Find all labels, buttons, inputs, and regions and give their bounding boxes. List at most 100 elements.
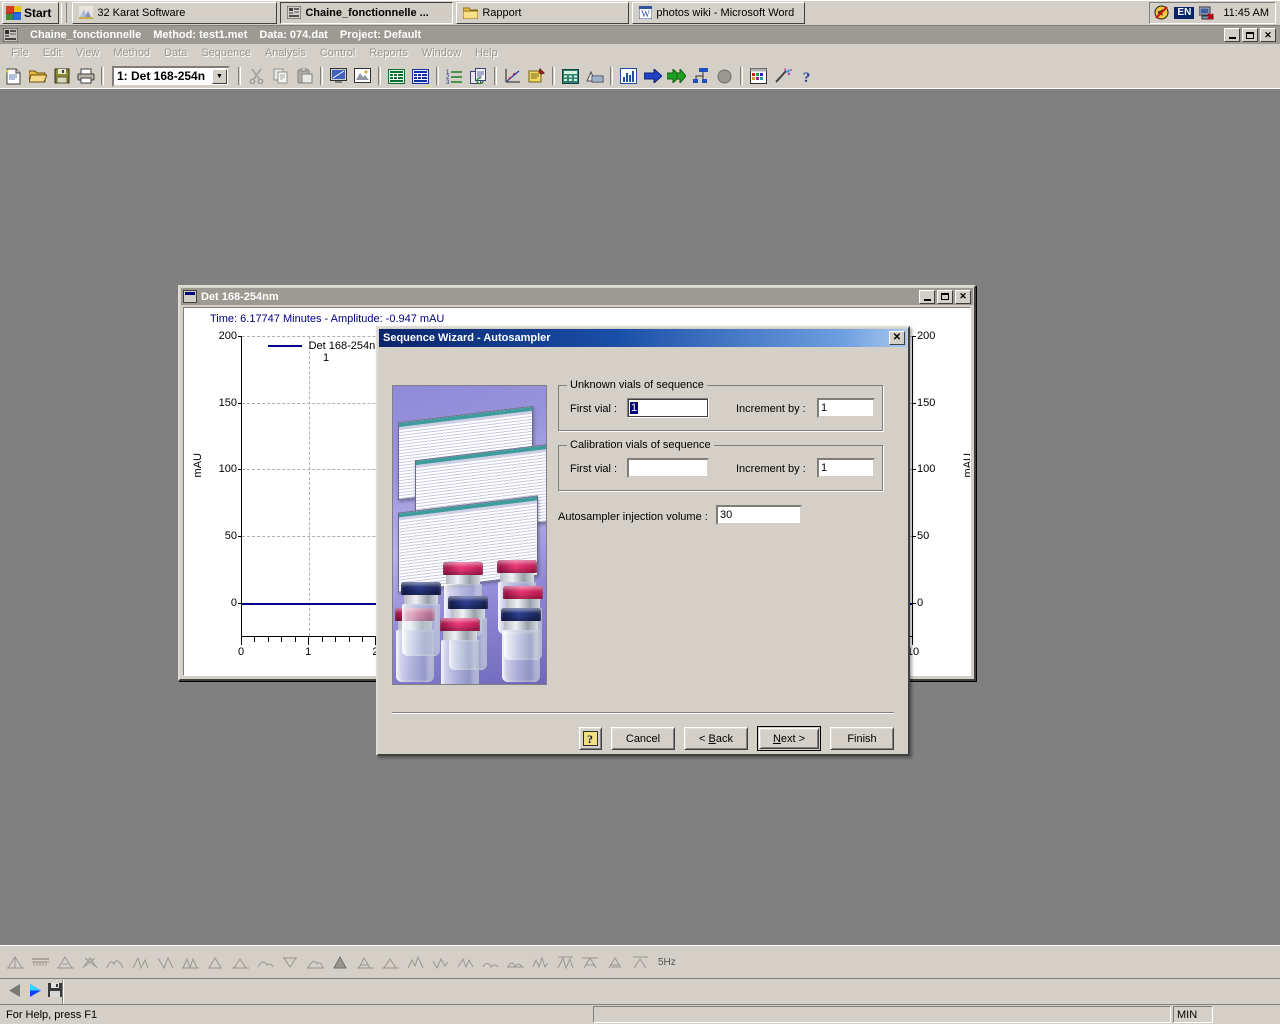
menu-item-method[interactable]: Method	[106, 45, 157, 61]
colored-grid-icon[interactable]	[747, 65, 770, 87]
chart-legend: Det 168-254nm 1	[256, 340, 396, 364]
peak-event-icon[interactable]	[229, 950, 252, 974]
menu-item-edit[interactable]: Edit	[36, 45, 69, 61]
taskbar-grip[interactable]	[61, 2, 68, 23]
menu-item-control[interactable]: Control	[313, 45, 362, 61]
language-indicator[interactable]: EN	[1174, 6, 1195, 19]
finish-button[interactable]: Finish	[830, 727, 894, 750]
save-disk-icon[interactable]	[47, 982, 63, 1001]
injection-volume-input[interactable]: 30	[716, 505, 802, 525]
menu-item-help[interactable]: Help	[468, 45, 505, 61]
peak-event-icon[interactable]	[79, 950, 102, 974]
app-maximize-button[interactable]	[1242, 28, 1258, 42]
menu-item-file[interactable]: File	[4, 45, 36, 61]
peak-event-icon[interactable]	[504, 950, 527, 974]
help-question-icon[interactable]: ?	[795, 65, 818, 87]
peak-event-icon[interactable]	[579, 950, 602, 974]
monitor-icon[interactable]	[327, 65, 350, 87]
paste-icon[interactable]	[293, 65, 316, 87]
integration-icon[interactable]	[583, 65, 606, 87]
green-table-icon[interactable]	[385, 65, 408, 87]
open-folder-icon[interactable]	[26, 65, 49, 87]
taskbar-item-chaine-fonctionnelle[interactable]: Chaine_fonctionnelle ...	[280, 1, 454, 24]
peak-event-icon[interactable]	[129, 950, 152, 974]
taskbar-item-rapport[interactable]: Rapport	[456, 1, 630, 24]
peak-event-icon[interactable]	[29, 950, 52, 974]
peak-event-icon[interactable]	[154, 950, 177, 974]
chevron-down-icon[interactable]: ▼	[212, 68, 227, 84]
peak-event-icon[interactable]	[554, 950, 577, 974]
calculator-icon[interactable]	[559, 65, 582, 87]
picture-icon[interactable]	[351, 65, 374, 87]
chart-window-title-bar[interactable]: Det 168-254nm ✕	[181, 288, 973, 305]
peak-event-icon[interactable]	[304, 950, 327, 974]
peak-event-icon[interactable]	[4, 950, 27, 974]
menu-item-analysis[interactable]: Analysis	[258, 45, 313, 61]
save-disk-icon[interactable]	[50, 65, 73, 87]
calibration-increment-input[interactable]: 1	[817, 458, 875, 478]
menu-item-sequence[interactable]: Sequence	[194, 45, 258, 61]
peak-event-icon[interactable]	[479, 950, 502, 974]
svg-text:?: ?	[803, 70, 811, 84]
previous-triangle-icon[interactable]	[6, 982, 24, 1002]
blue-table-icon[interactable]	[409, 65, 432, 87]
bar-chart-icon[interactable]	[617, 65, 640, 87]
peak-event-icon[interactable]	[254, 950, 277, 974]
wizard-close-button[interactable]: ✕	[889, 331, 905, 345]
double-green-arrow-icon[interactable]	[665, 65, 688, 87]
channel-combo[interactable]: 1: Det 168-254n ▼	[112, 65, 230, 87]
x-tick-minor	[281, 637, 283, 642]
peak-event-icon[interactable]	[354, 950, 377, 974]
peak-event-icon[interactable]	[54, 950, 77, 974]
peak-event-icon[interactable]	[279, 950, 302, 974]
routing-icon[interactable]	[689, 65, 712, 87]
app-minimize-button[interactable]	[1224, 28, 1240, 42]
calibration-plot-icon[interactable]	[501, 65, 524, 87]
unknown-first-vial-input[interactable]: 1	[627, 398, 709, 418]
cancel-button[interactable]: Cancel	[611, 727, 675, 750]
taskbar-item-photos-wiki[interactable]: W photos wiki - Microsoft Word	[632, 1, 806, 24]
unknown-increment-input[interactable]: 1	[817, 398, 875, 418]
application-title-bar[interactable]: Chaine_fonctionnelle Method: test1.met D…	[0, 26, 1280, 44]
blue-arrow-icon[interactable]	[641, 65, 664, 87]
chart-maximize-button[interactable]	[937, 289, 953, 304]
peak-event-icon[interactable]	[379, 950, 402, 974]
copy-method-icon[interactable]	[467, 65, 490, 87]
menu-item-window[interactable]: Window	[415, 45, 468, 61]
play-triangle-icon[interactable]	[27, 982, 44, 1002]
method-notes-icon[interactable]	[525, 65, 548, 87]
peak-event-icon[interactable]	[629, 950, 652, 974]
menu-item-data[interactable]: Data	[157, 45, 194, 61]
menu-item-view[interactable]: View	[69, 45, 107, 61]
peak-event-icon[interactable]	[454, 950, 477, 974]
calibration-first-vial-input[interactable]	[627, 458, 709, 478]
list-numbered-icon[interactable]: 123	[443, 65, 466, 87]
peak-event-icon[interactable]	[329, 950, 352, 974]
wand-icon[interactable]	[771, 65, 794, 87]
app-close-button[interactable]: ✕	[1260, 28, 1276, 42]
peak-event-icon[interactable]	[204, 950, 227, 974]
new-file-icon[interactable]	[2, 65, 25, 87]
back-button[interactable]: < Back	[684, 727, 748, 750]
help-button[interactable]: ?	[579, 727, 602, 750]
peak-event-icon[interactable]	[179, 950, 202, 974]
volume-muted-icon[interactable]	[1154, 5, 1169, 20]
chart-close-button[interactable]: ✕	[955, 289, 971, 304]
peak-event-icon[interactable]	[429, 950, 452, 974]
wizard-title-bar[interactable]: Sequence Wizard - Autosampler ✕	[379, 329, 907, 347]
print-icon[interactable]	[74, 65, 97, 87]
taskbar-clock[interactable]: 11:45 AM	[1219, 7, 1269, 19]
menu-item-reports[interactable]: Reports	[362, 45, 415, 61]
stop-circle-icon[interactable]	[713, 65, 736, 87]
cut-scissors-icon[interactable]	[245, 65, 268, 87]
chart-minimize-button[interactable]	[919, 289, 935, 304]
network-disconnected-icon[interactable]	[1199, 6, 1215, 20]
next-button[interactable]: Next >	[757, 726, 821, 751]
start-button[interactable]: Start	[2, 1, 60, 24]
taskbar-item-32-karat[interactable]: 32 Karat Software	[72, 1, 278, 24]
peak-event-icon[interactable]	[604, 950, 627, 974]
peak-event-icon[interactable]	[529, 950, 552, 974]
peak-event-icon[interactable]	[404, 950, 427, 974]
peak-event-icon[interactable]	[104, 950, 127, 974]
copy-icon[interactable]	[269, 65, 292, 87]
